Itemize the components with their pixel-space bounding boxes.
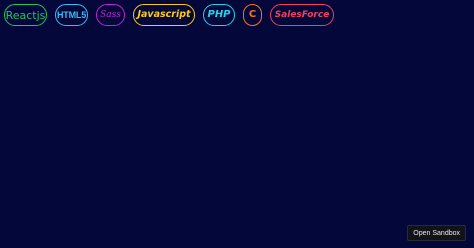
tag-list: Reactjs HTML5 Sass Javascript PHP C Sale… — [4, 4, 334, 26]
tag-html5[interactable]: HTML5 — [55, 4, 88, 26]
app-canvas: Reactjs HTML5 Sass Javascript PHP C Sale… — [0, 0, 474, 248]
tag-salesforce[interactable]: SalesForce — [270, 4, 334, 26]
open-sandbox-button[interactable]: Open Sandbox — [407, 225, 466, 241]
tag-php[interactable]: PHP — [203, 4, 235, 26]
tag-sass[interactable]: Sass — [96, 4, 125, 26]
tag-c[interactable]: C — [243, 4, 262, 26]
tag-javascript[interactable]: Javascript — [133, 4, 195, 26]
tag-reactjs[interactable]: Reactjs — [4, 4, 47, 26]
